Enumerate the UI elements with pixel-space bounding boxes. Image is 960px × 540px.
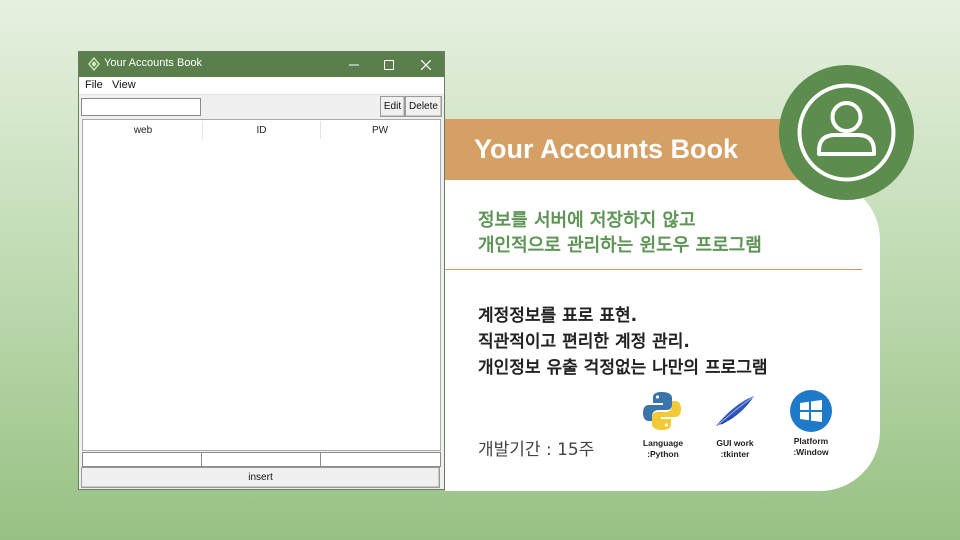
close-icon	[421, 59, 431, 70]
feather-logo-icon	[716, 396, 754, 426]
logo-caption-python-line1: Language	[642, 438, 684, 448]
logo-caption-tkinter-line1: GUI work	[716, 438, 754, 448]
logo-caption-python: Language :Python	[628, 438, 698, 460]
menu-file[interactable]: File	[85, 79, 103, 91]
app-window: Your Accounts Book File View Edit Delete…	[78, 51, 445, 490]
user-icon	[797, 83, 896, 182]
column-header-pw[interactable]: PW	[321, 121, 439, 139]
window-title: Your Accounts Book	[104, 57, 203, 69]
menu-view[interactable]: View	[112, 79, 136, 91]
edit-button[interactable]: Edit	[380, 96, 405, 117]
insert-button[interactable]: insert	[81, 467, 440, 488]
close-button[interactable]	[408, 52, 444, 77]
python-logo-icon	[643, 392, 681, 430]
subtitle-line-1: 정보를 서버에 저장하지 않고	[478, 210, 696, 231]
maximize-button[interactable]	[371, 52, 407, 77]
pw-field[interactable]	[320, 452, 441, 467]
subtitle-line-2: 개인적으로 관리하는 윈도우 프로그램	[478, 235, 762, 256]
web-field[interactable]	[82, 452, 202, 467]
search-input[interactable]	[81, 98, 201, 116]
column-header-web[interactable]: web	[84, 121, 203, 139]
delete-button[interactable]: Delete	[405, 96, 442, 117]
feature-line-2: 직관적이고 편리한 계정 관리.	[478, 332, 690, 352]
logo-caption-platform: Platform :Window	[776, 436, 846, 458]
menu-bar: File View	[79, 77, 444, 95]
minimize-icon	[349, 64, 359, 65]
column-header-id[interactable]: ID	[203, 121, 321, 139]
app-icon	[88, 57, 100, 71]
logo-caption-python-line2: :Python	[647, 449, 679, 459]
logo-caption-tkinter: GUI work :tkinter	[700, 438, 770, 460]
maximize-icon	[384, 59, 394, 70]
logo-caption-platform-line1: Platform	[793, 436, 829, 446]
section-divider	[445, 269, 862, 270]
banner-title: Your Accounts Book	[474, 134, 739, 164]
id-field[interactable]	[201, 452, 321, 467]
windows-logo-icon	[790, 390, 832, 432]
development-period: 개발기간 : 15주	[478, 440, 595, 460]
logo-caption-tkinter-line2: :tkinter	[720, 449, 750, 459]
user-badge	[779, 65, 914, 200]
logo-caption-platform-line2: :Window	[793, 447, 829, 457]
feature-line-1: 계정정보를 표로 표현.	[478, 306, 638, 326]
feature-line-3: 개인정보 유출 걱정없는 나만의 프로그램	[478, 358, 768, 378]
title-bar[interactable]: Your Accounts Book	[79, 52, 444, 77]
minimize-button[interactable]	[336, 52, 372, 77]
accounts-table[interactable]: web ID PW	[82, 119, 441, 451]
